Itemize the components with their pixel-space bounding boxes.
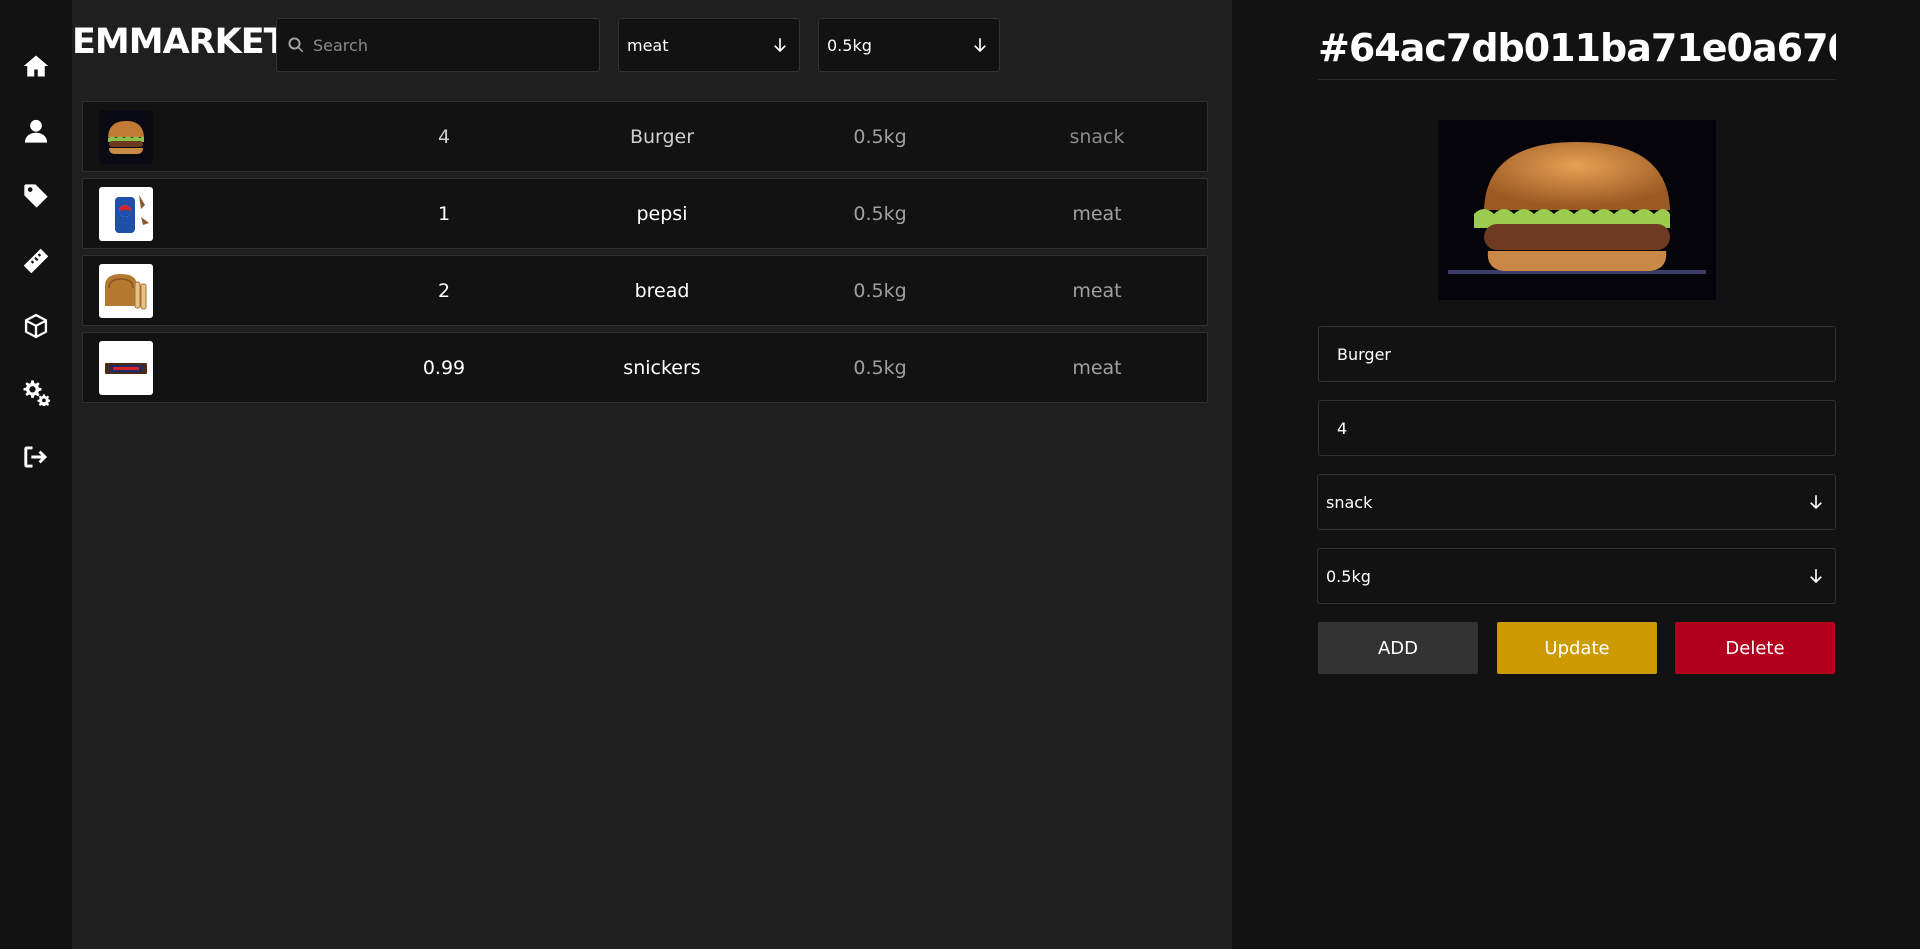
- add-button[interactable]: ADD: [1318, 622, 1478, 674]
- table-row[interactable]: 4 Burger 0.5kg snack: [82, 101, 1208, 172]
- product-weight: 0.5kg: [853, 279, 907, 302]
- user-icon: [24, 119, 48, 143]
- product-category-value: snack: [1326, 492, 1373, 512]
- product-thumbnail-snickers: [99, 341, 153, 395]
- product-price-input[interactable]: [1337, 418, 1817, 438]
- product-price: 0.99: [422, 356, 466, 379]
- sidebar: [0, 0, 72, 949]
- sidebar-item-settings[interactable]: [16, 372, 56, 412]
- product-category: snack: [1069, 125, 1125, 148]
- weight-filter-value: 0.5kg: [827, 35, 872, 55]
- product-price-field[interactable]: [1318, 400, 1836, 456]
- product-name-field[interactable]: [1318, 326, 1836, 382]
- category-filter-select[interactable]: meat: [618, 18, 800, 72]
- update-button[interactable]: Update: [1497, 622, 1657, 674]
- product-name: Burger: [629, 125, 695, 148]
- product-name: pepsi: [636, 202, 688, 225]
- table-row[interactable]: 0.99 snickers 0.5kg meat: [82, 332, 1208, 403]
- search-box[interactable]: [276, 18, 600, 72]
- product-weight: 0.5kg: [853, 202, 907, 225]
- sidebar-item-units[interactable]: [16, 241, 56, 281]
- main-content: EMMARKET meat 0.5kg 4 Burger 0.5: [72, 0, 1232, 949]
- home-icon: [23, 55, 49, 77]
- product-category: meat: [1072, 279, 1122, 302]
- gears-icon: [23, 380, 50, 406]
- delete-button[interactable]: Delete: [1675, 622, 1835, 674]
- product-price: 4: [437, 125, 451, 148]
- product-name-input[interactable]: [1337, 344, 1817, 364]
- table-row[interactable]: 1 pepsi 0.5kg meat: [82, 178, 1208, 249]
- product-category-select[interactable]: snack: [1317, 474, 1836, 530]
- sidebar-item-logout[interactable]: [16, 437, 56, 477]
- arrow-down-icon: [774, 38, 786, 53]
- category-filter-value: meat: [627, 35, 669, 55]
- sidebar-item-profile[interactable]: [16, 111, 56, 151]
- product-weight: 0.5kg: [853, 356, 907, 379]
- product-weight: 0.5kg: [853, 125, 907, 148]
- weight-filter-select[interactable]: 0.5kg: [818, 18, 1000, 72]
- logout-icon: [24, 446, 48, 468]
- product-price: 1: [437, 202, 451, 225]
- product-price: 2: [437, 279, 451, 302]
- tag-icon: [24, 184, 48, 208]
- ruler-icon: [23, 248, 49, 274]
- product-name: snickers: [623, 356, 701, 379]
- product-thumbnail-burger: [99, 110, 153, 164]
- sidebar-item-products[interactable]: [16, 176, 56, 216]
- product-image: [1438, 120, 1716, 300]
- box-icon: [24, 313, 48, 339]
- product-table: 4 Burger 0.5kg snack 1 pepsi 0.5kg meat: [82, 101, 1208, 409]
- product-name: bread: [634, 279, 690, 302]
- sidebar-item-home[interactable]: [16, 46, 56, 86]
- product-thumbnail-bread: [99, 264, 153, 318]
- search-input[interactable]: [313, 35, 583, 55]
- product-thumbnail-pepsi: [99, 187, 153, 241]
- product-id-title: #64ac7db011ba71e0a6701f32: [1318, 26, 1836, 80]
- search-icon: [288, 37, 304, 53]
- product-category: meat: [1072, 202, 1122, 225]
- table-row[interactable]: 2 bread 0.5kg meat: [82, 255, 1208, 326]
- product-weight-select[interactable]: 0.5kg: [1317, 548, 1836, 604]
- arrow-down-icon: [1810, 569, 1822, 584]
- arrow-down-icon: [974, 38, 986, 53]
- product-detail-panel: #64ac7db011ba71e0a6701f32 snack 0.5kg: [1232, 0, 1920, 949]
- product-category: meat: [1072, 356, 1122, 379]
- arrow-down-icon: [1810, 495, 1822, 510]
- brand-title: EMMARKET: [72, 22, 288, 62]
- product-weight-value: 0.5kg: [1326, 566, 1371, 586]
- sidebar-item-inventory[interactable]: [16, 306, 56, 346]
